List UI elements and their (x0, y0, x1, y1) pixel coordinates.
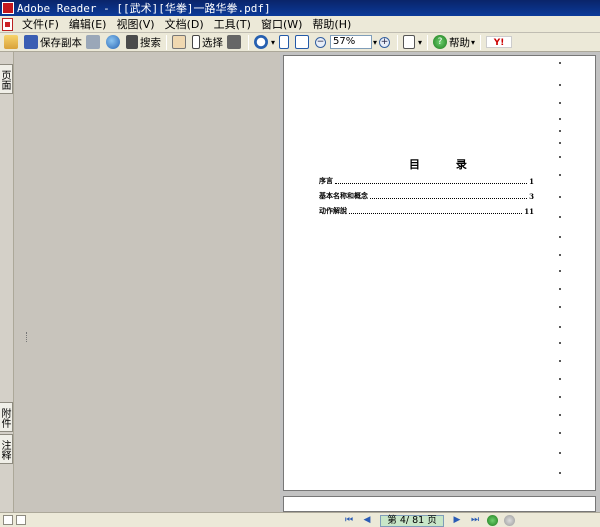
binoculars-icon (126, 35, 138, 49)
open-button[interactable] (2, 34, 22, 51)
title-bar: Adobe Reader - [[武术][华拳]一路华拳.pdf] (0, 0, 600, 16)
scan-margin-marks (559, 56, 565, 492)
navigation-tabs-panel: 页面 附件 注释 (0, 52, 14, 512)
last-page-icon[interactable]: ⏭ (469, 515, 481, 526)
page-number-field[interactable]: 第 4/ 81 页 (380, 514, 444, 527)
rotate-button[interactable]: ▾ (401, 34, 424, 51)
menu-view[interactable]: 视图(V) (111, 16, 159, 32)
toolbar-separator (480, 34, 482, 50)
select-label: 选择 (202, 36, 223, 49)
toc-entry-page: 1 (529, 177, 534, 186)
zoom-tool-button[interactable]: ▾ (252, 34, 277, 51)
chevron-down-icon: ▾ (418, 37, 423, 47)
tab-pages[interactable]: 页面 (0, 64, 13, 94)
chevron-down-icon: ▾ (471, 37, 476, 47)
toolbar: 保存副本 搜索 选择 ▾ − 57% ▾ + ▾ ? 帮助 ▾ Y! (0, 33, 600, 52)
toc-entry[interactable]: 序言 1 (319, 174, 534, 186)
hand-icon (172, 35, 186, 49)
hand-tool-button[interactable] (170, 34, 190, 51)
menu-window[interactable]: 窗口(W) (256, 16, 307, 32)
toc-entry-label: 序言 (319, 176, 333, 185)
menu-file[interactable]: 文件(F) (17, 16, 64, 32)
save-copy-button[interactable]: 保存副本 (22, 34, 84, 51)
next-pdf-page (283, 496, 596, 512)
toc-leader-dots (370, 198, 528, 199)
rotate-page-icon (403, 35, 416, 49)
fit-width-icon (295, 35, 310, 49)
document-view[interactable]: 目 录 序言 1 基本名称和概念 3 动作解說 11 (280, 52, 600, 512)
zoom-out-button[interactable]: − (313, 34, 330, 51)
toc-entry-page: 11 (524, 207, 534, 216)
previous-page-icon[interactable]: ◀ (361, 515, 373, 526)
toolbar-separator (427, 34, 429, 50)
email-button[interactable] (104, 34, 124, 51)
page-layout-icon[interactable] (3, 515, 13, 525)
folder-open-icon (4, 35, 18, 49)
go-back-icon[interactable] (487, 515, 498, 526)
email-icon (106, 35, 120, 49)
pane-resize-grip[interactable] (26, 332, 29, 342)
yahoo-button[interactable]: Y! (484, 34, 514, 51)
menu-edit[interactable]: 编辑(E) (64, 16, 112, 32)
actual-size-button[interactable] (277, 34, 293, 51)
menu-document[interactable]: 文档(D) (160, 16, 209, 32)
snapshot-button[interactable] (225, 34, 245, 51)
fit-width-button[interactable] (293, 34, 313, 51)
select-tool-button[interactable]: 选择 (190, 34, 225, 51)
toc-leader-dots (349, 213, 523, 214)
status-bar: ⏮ ◀ 第 4/ 81 页 ▶ ⏭ (0, 512, 600, 527)
zoom-out-icon: − (315, 36, 327, 48)
toc-title: 目 录 (409, 158, 483, 171)
zoom-level-input[interactable]: 57% (330, 35, 373, 49)
toc-entry[interactable]: 动作解說 11 (319, 204, 534, 216)
text-cursor-icon (192, 35, 200, 49)
zoom-in-button[interactable]: + (377, 34, 394, 51)
next-page-icon[interactable]: ▶ (451, 515, 463, 526)
menu-tools[interactable]: 工具(T) (209, 16, 256, 32)
help-button[interactable]: ? 帮助 ▾ (431, 34, 477, 51)
help-label: 帮助 (449, 36, 471, 49)
toolbar-separator (248, 34, 249, 50)
tab-comments[interactable]: 注释 (0, 434, 13, 464)
page-icon (279, 35, 290, 49)
page-navigation: ⏮ ◀ 第 4/ 81 页 ▶ ⏭ (340, 514, 518, 527)
toc-entry-label: 动作解說 (319, 206, 347, 215)
zoom-in-icon: + (379, 36, 391, 48)
pdf-document-icon[interactable] (2, 17, 13, 31)
search-button[interactable]: 搜索 (124, 34, 163, 51)
window-title: Adobe Reader - [[武术][华拳]一路华拳.pdf] (17, 2, 271, 15)
menu-help[interactable]: 帮助(H) (307, 16, 356, 32)
chevron-down-icon: ▾ (271, 37, 276, 47)
tab-attachments[interactable]: 附件 (0, 402, 13, 432)
toolbar-separator (166, 34, 167, 50)
continuous-layout-icon[interactable] (16, 515, 26, 525)
help-icon: ? (433, 35, 448, 49)
toc-entry-page: 3 (529, 192, 534, 201)
toc-leader-dots (335, 183, 528, 184)
menu-bar: 文件(F) 编辑(E) 视图(V) 文档(D) 工具(T) 窗口(W) 帮助(H… (0, 16, 600, 33)
yahoo-logo-icon: Y! (486, 36, 513, 48)
magnifier-icon (254, 35, 268, 49)
toc-entry[interactable]: 基本名称和概念 3 (319, 189, 534, 201)
toc-entry-label: 基本名称和概念 (319, 191, 368, 200)
first-page-icon[interactable]: ⏮ (343, 515, 355, 526)
save-icon (24, 35, 38, 49)
navigation-pane (14, 52, 280, 512)
go-forward-icon[interactable] (504, 515, 515, 526)
printer-icon (86, 35, 100, 49)
save-copy-label: 保存副本 (40, 36, 82, 49)
toolbar-separator (397, 34, 399, 50)
camera-icon (227, 35, 241, 49)
adobe-reader-icon (2, 2, 14, 14)
pdf-page: 目 录 序言 1 基本名称和概念 3 动作解說 11 (283, 55, 596, 491)
print-button[interactable] (84, 34, 104, 51)
search-label: 搜索 (140, 36, 161, 49)
